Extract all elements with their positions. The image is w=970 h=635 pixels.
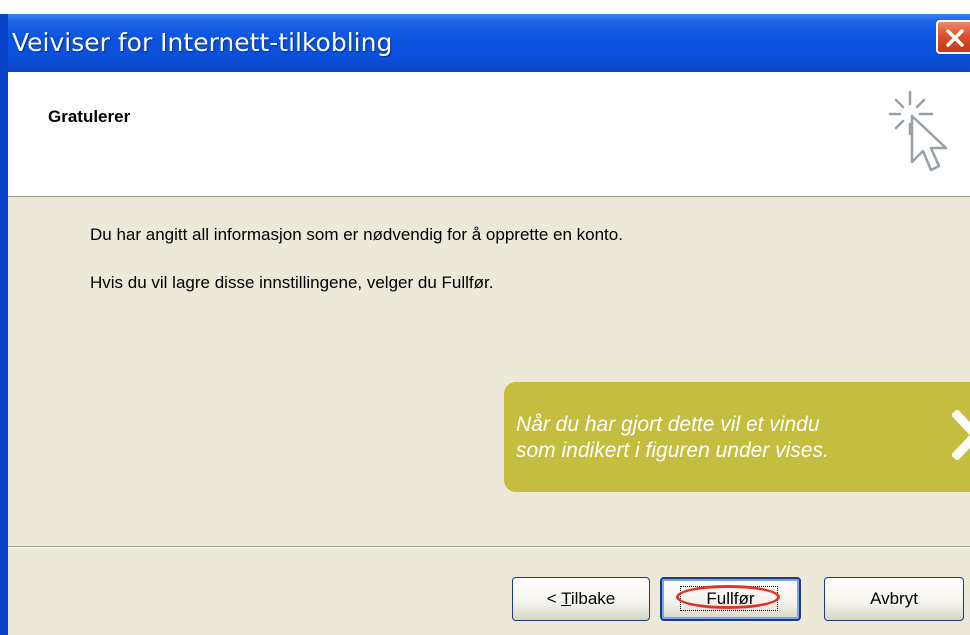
info-text-line-1: Du har angitt all informasjon som er nød…: [90, 225, 623, 244]
instruction-callout: Når du har gjort dette vil et vindu som …: [504, 382, 970, 492]
back-button[interactable]: < Tilbake: [512, 577, 650, 621]
back-label-mnemonic: T: [561, 589, 571, 608]
cancel-button[interactable]: Avbryt: [824, 577, 964, 621]
finish-button[interactable]: Fullfør: [660, 577, 801, 621]
chevron-right-icon: [952, 410, 970, 460]
info-text-line-2: Hvis du vil lagre disse innstillingene, …: [90, 273, 494, 292]
finish-button-label: Fullfør: [706, 589, 755, 608]
back-label-rest: ilbake: [570, 589, 616, 608]
cancel-button-label: Avbryt: [870, 589, 918, 608]
page-title: Gratulerer: [48, 107, 131, 126]
window-title: Veiviser for Internett-tilkobling: [12, 28, 393, 57]
callout-line-1: Når du har gjort dette vil et vindu: [516, 413, 820, 436]
button-divider: [8, 546, 970, 548]
wizard-window: Veiviser for Internett-tilkobling Gratul…: [0, 14, 970, 635]
close-button[interactable]: [936, 20, 970, 54]
back-label-prefix: <: [546, 589, 562, 608]
title-bar[interactable]: Veiviser for Internett-tilkobling: [8, 14, 970, 72]
wizard-cursor-icon: [888, 90, 948, 172]
header-panel: Gratulerer: [8, 72, 970, 197]
callout-text: Når du har gjort dette vil et vindu som …: [516, 412, 829, 464]
back-button-label: < Tilbake: [547, 589, 616, 609]
callout-line-2: som indikert i figuren under vises.: [516, 439, 829, 462]
close-icon: [946, 29, 964, 47]
